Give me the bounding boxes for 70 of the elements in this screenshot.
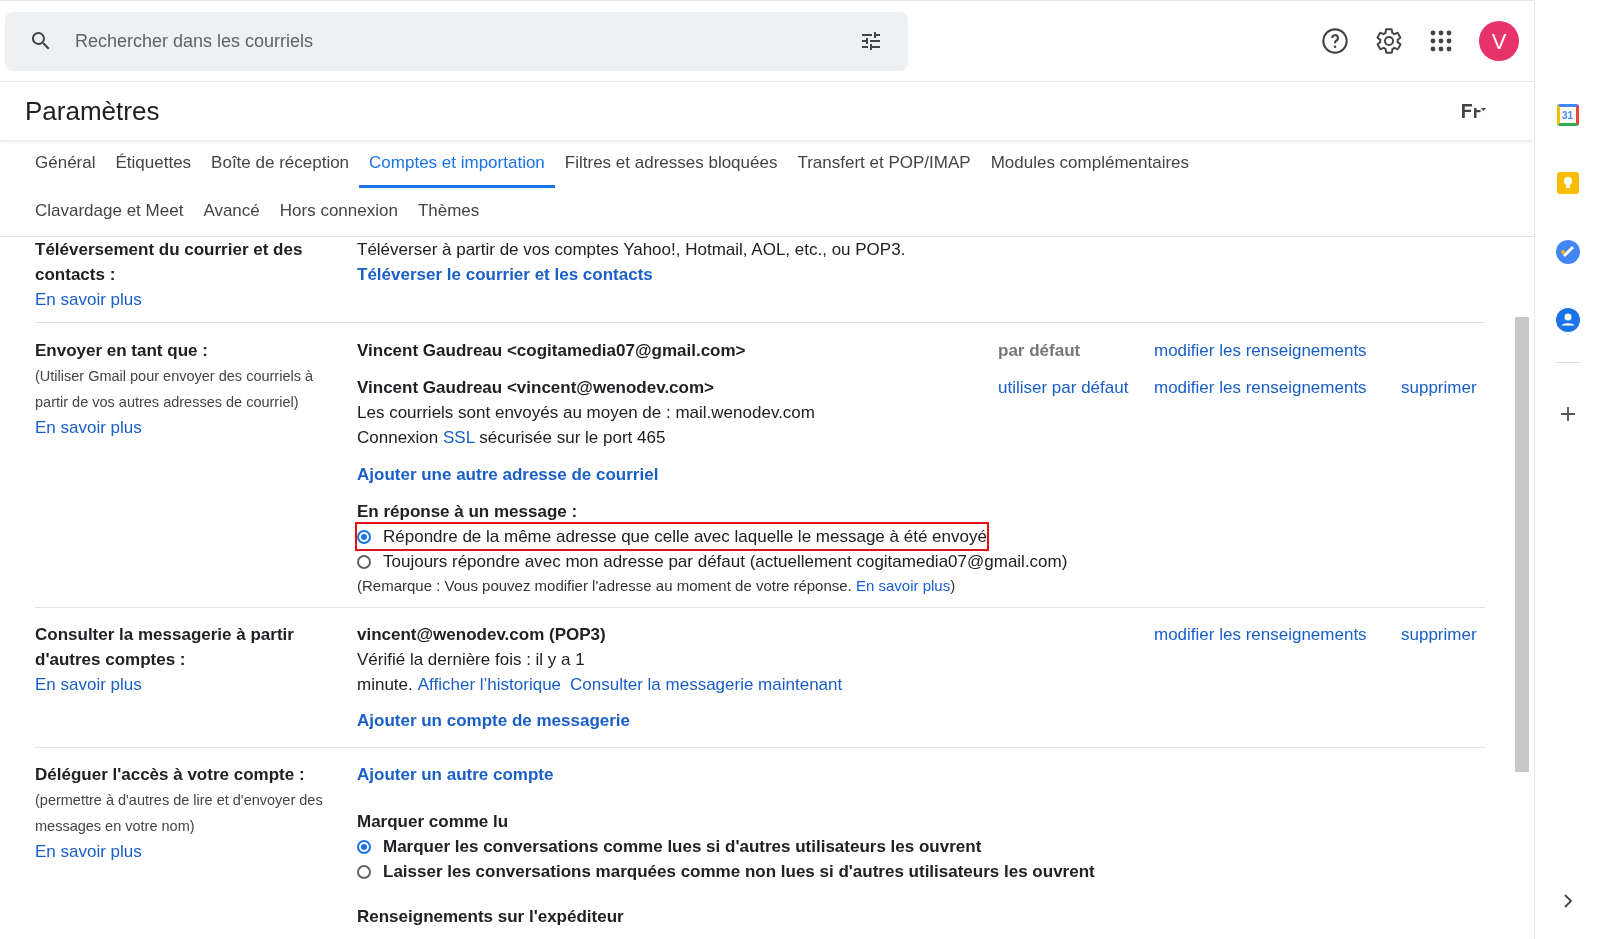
calendar-icon[interactable]: 31 <box>1556 104 1579 126</box>
import-mail-link[interactable]: Téléverser le courrier et les contacts <box>357 262 653 287</box>
avatar[interactable]: V <box>1479 21 1519 61</box>
tasks-icon[interactable] <box>1555 240 1580 264</box>
learn-more-link[interactable]: En savoir plus <box>35 415 142 440</box>
page-title: Paramètres <box>25 94 160 128</box>
learn-more-link[interactable]: En savoir plus <box>35 672 142 697</box>
sender-address: Vincent Gaudreau <cogitamedia07@gmail.com> <box>357 340 747 362</box>
reply-heading: En réponse à un message : <box>357 501 579 523</box>
mark-read-option[interactable]: Laisser les conversations marquées comme non lues si d'autres utilisateurs les ouvrent <box>357 859 1095 884</box>
section-note: (Utiliser Gmail pour envoyer des courriels à partir de vos autres adresses de courriel) <box>35 367 314 412</box>
settings-tab[interactable]: Étiquettes <box>105 140 202 188</box>
import-description: Téléverser à partir de vos comptes Yahoo!, Hotmail, AOL, etc., ou POP3. <box>357 239 906 261</box>
radio-button[interactable] <box>357 529 371 544</box>
settings-tab[interactable]: Thèmes <box>407 188 490 236</box>
last-checked-end: minute. <box>357 674 413 696</box>
settings-tab[interactable]: Général <box>25 140 106 188</box>
add-address-link[interactable]: Ajouter une autre adresse de courriel <box>357 462 659 487</box>
pop-account: vincent@wenodev.com (POP3) <box>357 624 607 646</box>
settings-tab[interactable]: Clavardage et Meet <box>25 188 194 236</box>
mail-action-link[interactable]: Afficher l’historique <box>417 672 562 697</box>
action-link[interactable]: supprimer <box>1401 378 1477 397</box>
settings-tab[interactable]: Filtres et adresses bloquées <box>554 140 788 188</box>
scrollbar-thumb[interactable] <box>1515 317 1529 772</box>
ssl-link[interactable]: SSL <box>443 428 475 447</box>
add-icon[interactable] <box>1558 405 1577 423</box>
help-icon[interactable] <box>1321 27 1349 55</box>
action-link[interactable]: supprimer <box>1401 625 1477 644</box>
reply-note: (Remarque : Vous pouvez modifier l'adresse au moment de votre réponse. En savoir plus) <box>357 576 957 596</box>
reply-option[interactable]: Répondre de la même adresse que celle avec laquelle le message à été envoyé <box>357 524 987 549</box>
section-label: Déléguer l'accès à votre compte : <box>35 764 306 786</box>
search-field[interactable]: Rechercher dans les courriels <box>75 27 836 55</box>
section-label: Téléversement du courrier et des contacts : <box>35 239 304 286</box>
settings-tab[interactable]: Hors connexion <box>269 188 408 236</box>
radio-button[interactable] <box>357 554 371 569</box>
radio-button[interactable] <box>357 864 371 879</box>
mark-read-option[interactable]: Marquer les conversations comme lues si d'autres utilisateurs les ouvrent <box>357 834 982 859</box>
action-link[interactable]: modifier les renseignements <box>1154 625 1367 644</box>
radio-button[interactable] <box>357 839 371 854</box>
add-account-link[interactable]: Ajouter un autre compte <box>357 762 554 787</box>
chevron-right-icon[interactable] <box>1561 893 1574 909</box>
action-link[interactable]: utiliser par défaut <box>998 378 1129 397</box>
action-link[interactable]: modifier les renseignements <box>1154 341 1367 360</box>
settings-tab[interactable]: Boîte de réception <box>201 140 360 188</box>
section-note: (permettre à d'autres de lire et d'envoyer des messages en votre nom) <box>35 791 324 836</box>
last-checked: Vérifié la dernière fois : il y a 1 <box>357 649 586 671</box>
mail-action-link[interactable]: Consulter la messagerie maintenant <box>570 672 843 697</box>
settings-tab[interactable]: Comptes et importation <box>359 140 555 188</box>
connection-info: Connexion SSL sécurisée sur le port 465 <box>357 427 667 449</box>
contacts-icon[interactable] <box>1555 308 1580 332</box>
add-account-link[interactable]: Ajouter un compte de messagerie <box>357 708 631 733</box>
action-link[interactable]: modifier les renseignements <box>1154 378 1367 397</box>
mark-read-heading: Marquer comme lu <box>357 811 510 833</box>
learn-more-link[interactable]: En savoir plus <box>35 839 142 864</box>
learn-more-link[interactable]: En savoir plus <box>855 577 951 594</box>
server-info: Les courriels sont envoyés au moyen de : mail.wenodev.com <box>357 402 816 424</box>
settings-tab[interactable]: Avancé <box>193 188 270 236</box>
reply-option[interactable]: Toujours répondre avec mon adresse par défaut (actuellement cogitamedia07@gmail.com) <box>357 549 1068 574</box>
sender-address: Vincent Gaudreau <vincent@wenodev.com> <box>357 377 715 399</box>
section-label: Consulter la messagerie à partir d'autres comptes : <box>35 624 295 671</box>
apps-grid-icon[interactable] <box>1429 29 1453 53</box>
input-tools-icon[interactable] <box>1460 103 1486 119</box>
settings-tab[interactable]: Modules complémentaires <box>980 140 1200 188</box>
settings-icon[interactable] <box>1375 27 1403 55</box>
section-label: Envoyer en tant que : <box>35 340 209 362</box>
settings-tab[interactable]: Transfert et POP/IMAP <box>787 140 981 188</box>
default-label: par défaut <box>998 341 1081 360</box>
sender-info-heading: Renseignements sur l'expéditeur <box>357 906 625 928</box>
learn-more-link[interactable]: En savoir plus <box>35 287 142 312</box>
search-bar[interactable]: Rechercher dans les courriels <box>5 11 908 71</box>
